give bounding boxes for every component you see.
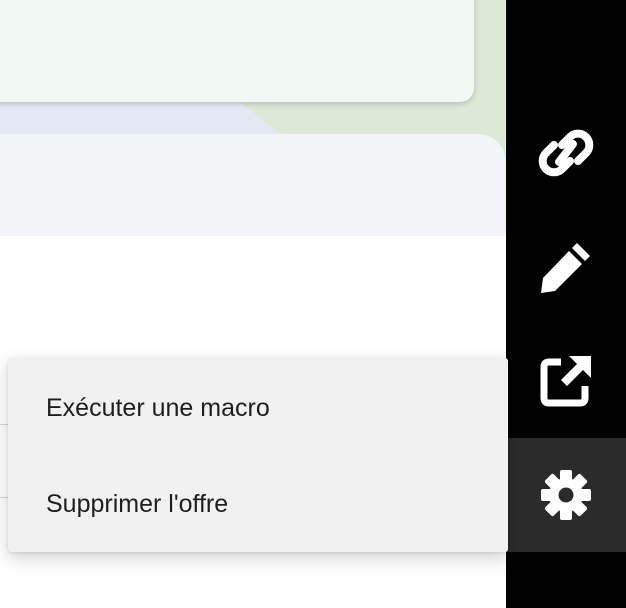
gear-icon: [541, 470, 591, 520]
menu-item-delete-offer[interactable]: Supprimer l'offre: [8, 456, 508, 553]
link-icon: [538, 129, 594, 177]
action-toolbar: [506, 0, 626, 608]
settings-button[interactable]: [506, 438, 626, 552]
content-panel: [0, 134, 506, 236]
edit-button[interactable]: [506, 210, 626, 324]
pencil-icon: [541, 243, 590, 293]
content-card: [0, 0, 474, 102]
context-menu: Exécuter une macro Supprimer l'offre: [8, 358, 508, 552]
menu-item-run-macro[interactable]: Exécuter une macro: [8, 360, 508, 457]
open-external-button[interactable]: [506, 324, 626, 438]
link-button[interactable]: [506, 96, 626, 210]
external-link-icon: [540, 356, 591, 407]
